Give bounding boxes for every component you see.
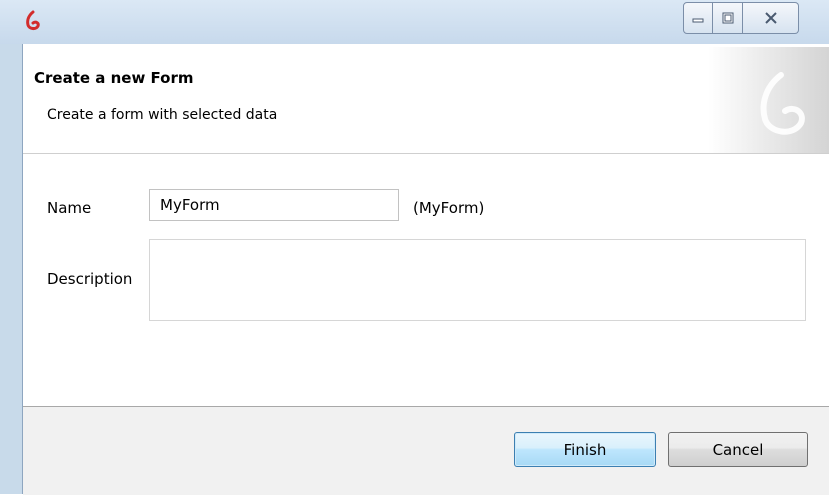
- title-bar[interactable]: [0, 0, 829, 44]
- ls-logo-watermark-icon: [760, 72, 805, 135]
- description-label: Description: [47, 270, 133, 288]
- caption-buttons: [683, 2, 799, 34]
- app-logo-icon: [26, 10, 40, 30]
- name-input[interactable]: [149, 189, 399, 221]
- maximize-icon: [722, 12, 733, 24]
- dialog-window: Create a new Form Create a form with sel…: [0, 0, 829, 495]
- close-button[interactable]: [743, 2, 799, 34]
- page-subtitle: Create a form with selected data: [47, 107, 278, 123]
- name-hint: (MyForm): [413, 199, 485, 217]
- page-title: Create a new Form: [34, 69, 194, 87]
- minimize-button[interactable]: [683, 2, 713, 34]
- close-icon: [764, 12, 777, 24]
- maximize-button[interactable]: [713, 2, 743, 34]
- button-bar: Finish Cancel: [23, 406, 829, 495]
- finish-button[interactable]: Finish: [514, 432, 656, 467]
- dialog-content: Create a new Form Create a form with sel…: [22, 44, 829, 495]
- cancel-button[interactable]: Cancel: [668, 432, 808, 467]
- header-banner: Create a new Form Create a form with sel…: [23, 47, 829, 154]
- description-input[interactable]: [149, 239, 806, 321]
- minimize-icon: [692, 18, 704, 23]
- name-label: Name: [47, 199, 92, 217]
- form-area: Name (MyForm) Description: [23, 154, 829, 406]
